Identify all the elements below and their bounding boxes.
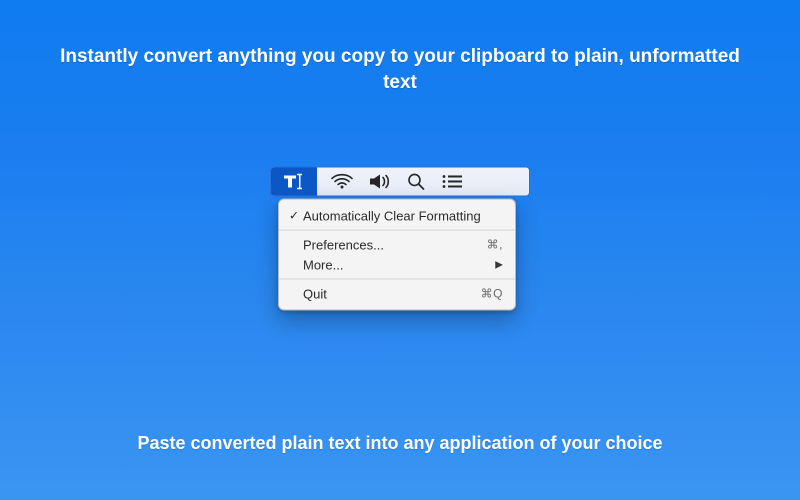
menu-item-label: Preferences... (303, 237, 487, 252)
text-cursor-icon (282, 172, 306, 190)
volume-icon[interactable] (369, 173, 391, 189)
menu-item-quit[interactable]: Quit ⌘Q (279, 283, 515, 303)
status-icons (317, 172, 519, 190)
app-menu-button[interactable] (271, 167, 317, 195)
menu-item-label: Quit (303, 286, 481, 301)
search-icon[interactable] (407, 172, 425, 190)
menu-item-label: Automatically Clear Formatting (303, 208, 503, 223)
menu-item-label: More... (303, 257, 489, 272)
headline-text: Instantly convert anything you copy to y… (0, 44, 800, 95)
menu-separator (279, 229, 515, 230)
submenu-arrow-icon: ▶ (495, 259, 503, 270)
menu-item-shortcut: ⌘Q (481, 286, 503, 300)
list-icon[interactable] (441, 173, 463, 189)
menu-item-preferences[interactable]: Preferences... ⌘, (279, 234, 515, 254)
footline-text: Paste converted plain text into any appl… (0, 433, 800, 454)
menu-item-auto-clear-formatting[interactable]: ✓ Automatically Clear Formatting (279, 205, 515, 225)
menu-separator (279, 278, 515, 279)
checkmark-icon: ✓ (289, 208, 303, 222)
menu-item-more[interactable]: More... ▶ (279, 254, 515, 274)
app-dropdown-menu: ✓ Automatically Clear Formatting Prefere… (278, 198, 516, 310)
screenshot-stage: ✓ Automatically Clear Formatting Prefere… (270, 166, 530, 310)
menu-bar (270, 166, 530, 196)
menu-item-shortcut: ⌘, (487, 237, 503, 251)
wifi-icon[interactable] (331, 173, 353, 189)
